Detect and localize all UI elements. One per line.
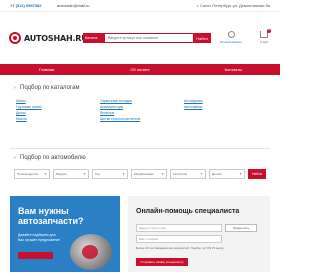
nav-item-contacts[interactable]: Контакты	[187, 64, 280, 75]
phone-row: Ваш телефон	[136, 235, 262, 243]
chevron-down-icon: ▼	[83, 172, 86, 176]
address-text: г. Санкт-Петербург ул. Демонтажная 8а	[196, 3, 270, 8]
send-request-button[interactable]: Отправить заявку специалисту	[136, 258, 188, 266]
catalog-column: Шины Грузовые шины Диски Масла	[16, 98, 41, 122]
search-button[interactable]: Найти	[193, 33, 211, 43]
catalog-section-title[interactable]: › Подбор по каталогам	[14, 85, 79, 91]
vin-row: Введите VIN-номер Прикрепить	[136, 224, 262, 232]
catalog-column: Антифризы Автолампы	[184, 98, 203, 110]
catalog-column: Тормозные колодки Аккумуляторы Фильтры Щ…	[100, 98, 140, 122]
help-panel: Онлайн-помощь специалиста Введите VIN-но…	[128, 196, 270, 272]
phone-link[interactable]: +7 (911) 0997082	[10, 3, 41, 8]
search-bar: Каталог Найти	[83, 33, 211, 43]
part-select[interactable]: Деталь ▼	[209, 169, 245, 179]
account-link[interactable]: Личный кабинет	[218, 31, 244, 44]
year-select[interactable]: Год ▼	[92, 169, 128, 179]
promo-subtext: Давайте подберем для Вас лучшее предложе…	[18, 233, 61, 242]
search-input[interactable]	[105, 33, 193, 43]
logo-gear-icon	[9, 32, 21, 44]
catalog-link[interactable]: Масла	[16, 116, 41, 122]
catalog-title-text: Подбор по каталогам	[20, 85, 80, 91]
chevron-down-icon: ▼	[161, 172, 164, 176]
logo-text: AUTOSHAH.RU	[24, 33, 88, 43]
chevron-down-icon: ▼	[200, 172, 203, 176]
promo-banner: Вам нужны автозапчасти? Давайте подберем…	[10, 196, 120, 272]
account-label: Личный кабинет	[219, 40, 243, 44]
car-section-title[interactable]: › Подбор по автомобилю	[14, 155, 86, 161]
vin-input[interactable]: Введите VIN-номер	[136, 224, 222, 232]
catalog-link[interactable]: Щетки стеклоочистителя	[100, 116, 140, 122]
nav-item-payment[interactable]: Об оплате	[93, 64, 186, 75]
email-link[interactable]: autoshah@mail.ru	[57, 3, 90, 8]
main-nav: Главная Об оплате Контакты	[0, 64, 280, 75]
phone-input[interactable]: Ваш телефон	[136, 235, 222, 243]
top-bar: +7 (911) 0997082 autoshah@mail.ru г. Сан…	[0, 0, 280, 12]
car-filter-form: Производитель ▼ Модель ▼ Год ▼ Модификация ▼…	[14, 169, 266, 181]
chevron-down-icon: ▼	[239, 172, 242, 176]
help-heading: Онлайн-помощь специалиста	[136, 208, 240, 215]
chevron-down-icon: ▼	[122, 172, 125, 176]
promo-heading: Вам нужны автозапчасти?	[18, 206, 84, 226]
select-label: Модель	[56, 172, 67, 176]
alternator-image	[70, 234, 112, 270]
search-category-select[interactable]: Каталог	[83, 33, 105, 43]
help-note: Более 10 поставщиков автозапчастей. Подб…	[136, 246, 225, 250]
car-search-button[interactable]: Найти	[248, 169, 266, 179]
select-label: Производитель	[17, 172, 39, 176]
car-title-text: Подбор по автомобилю	[20, 155, 86, 161]
select-label: Год	[95, 172, 100, 176]
modification-select[interactable]: Модификация ▼	[131, 169, 167, 179]
header: AUTOSHAH.RU Каталог Найти Личный кабинет…	[0, 20, 280, 60]
section-divider	[10, 148, 270, 149]
promo-button[interactable]	[18, 252, 53, 259]
select-label: Деталь	[212, 172, 222, 176]
logo[interactable]: AUTOSHAH.RU	[9, 32, 88, 44]
select-label: Модификация	[134, 172, 154, 176]
catalog-link[interactable]: Автолампы	[184, 104, 203, 110]
cart-total: 0 руб	[260, 40, 268, 44]
cart-count-badge: 0	[267, 29, 271, 33]
user-icon	[227, 31, 235, 38]
attach-button[interactable]: Прикрепить	[225, 224, 257, 232]
chevron-down-icon: ▼	[44, 172, 47, 176]
category-select[interactable]: Категория ▼	[170, 169, 206, 179]
cart-link[interactable]: 0 0 руб	[256, 29, 272, 44]
manufacturer-select[interactable]: Производитель ▼	[14, 169, 50, 179]
nav-item-home[interactable]: Главная	[0, 64, 93, 75]
select-label: Категория	[173, 172, 188, 176]
model-select[interactable]: Модель ▼	[53, 169, 89, 179]
